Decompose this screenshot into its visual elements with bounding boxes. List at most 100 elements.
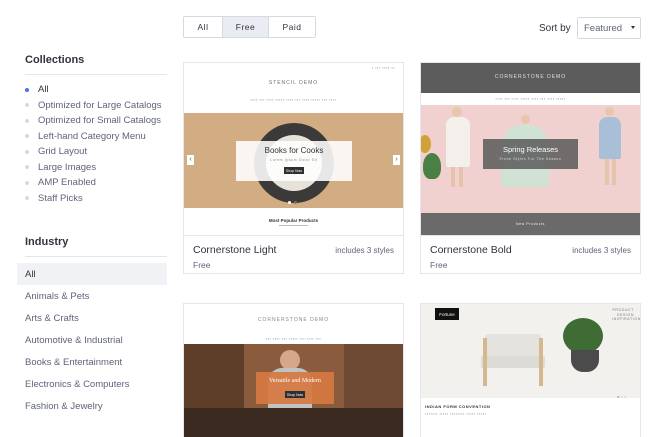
theme-card-cornerstone-light[interactable]: ▪ ▪▪▪ ▪▪▪▪ ▪▪ STENCIL DEMO ▪▪▪▪ ▪▪▪ ▪▪▪▪…	[183, 62, 404, 274]
carousel-dots: ● ○ ○	[617, 394, 627, 398]
collection-item-large-catalogs[interactable]: Optimized for Large Catalogs	[25, 98, 162, 114]
chair-leg	[483, 338, 487, 386]
theme-card-footer: Cornerstone Bold includes 3 styles Free	[421, 235, 640, 273]
theme-preview: CORNERSTONE DEMO ▪▪▪▪ ▪▪▪ ▪▪▪▪ ▪▪▪▪▪ ▪▪▪…	[421, 63, 640, 235]
preview-topnav: ▪ ▪▪▪ ▪▪▪▪ ▪▪	[371, 66, 395, 70]
collection-label: Grid Layout	[38, 146, 88, 158]
theme-styles-count: includes 3 styles	[572, 246, 631, 255]
industry-item-arts-crafts[interactable]: Arts & Crafts	[17, 307, 167, 329]
preview-logo: CORNERSTONE DEMO	[494, 74, 567, 80]
preview-nav: ▪▪▪ ▪▪▪▪ ▪▪▪ ▪▪▪▪▪ ▪▪▪ ▪▪▪▪ ▪▪▪	[184, 336, 403, 344]
carousel-prev-icon: ‹	[187, 155, 194, 165]
chair-back	[485, 334, 541, 356]
model-head	[452, 107, 462, 117]
radio-dot-icon	[25, 165, 29, 170]
preview-content: INDIAN FORM CONVENTION ▪▪▪▪▪▪▪ ▪▪▪▪▪ ▪▪▪…	[421, 398, 640, 437]
preview-header: ▪ ▪▪▪ ▪▪▪▪ ▪▪ STENCIL DEMO ▪▪▪▪ ▪▪▪ ▪▪▪▪…	[184, 63, 403, 113]
theme-card-cornerstone-bold[interactable]: CORNERSTONE DEMO ▪▪▪▪ ▪▪▪ ▪▪▪▪ ▪▪▪▪▪ ▪▪▪…	[420, 62, 641, 274]
collection-item-left-menu[interactable]: Left-hand Category Menu	[25, 129, 162, 145]
preview-hero: Spring Releases Fresh Styles For The Sea…	[421, 105, 640, 213]
chevron-down-icon	[631, 26, 635, 29]
model-dress-blue	[599, 117, 621, 159]
plant-image	[423, 153, 441, 179]
price-filter-group: All Free Paid	[183, 16, 316, 38]
theme-preview: ▪ ▪▪▪ ▪▪▪▪ ▪▪ STENCIL DEMO ▪▪▪▪ ▪▪▪ ▪▪▪▪…	[184, 63, 403, 235]
preview-logo: CORNERSTONE DEMO	[257, 317, 330, 323]
preview-footer-band: New Products	[421, 213, 640, 235]
model-leg	[612, 159, 616, 185]
industry-item-animals-pets[interactable]: Animals & Pets	[17, 285, 167, 307]
sort-label: Sort by	[539, 23, 571, 34]
preview-logo: STENCIL DEMO	[268, 80, 319, 86]
preview-section-title: Most Popular Products	[268, 218, 319, 223]
radio-dot-icon	[25, 149, 29, 154]
theme-card-3[interactable]: CORNERSTONE DEMO ▪▪▪ ▪▪▪▪ ▪▪▪ ▪▪▪▪▪ ▪▪▪ …	[183, 303, 404, 437]
collection-label: Large Images	[38, 161, 97, 173]
collections-divider	[25, 74, 167, 75]
collection-label: Optimized for Small Catalogs	[38, 115, 162, 127]
model-head	[605, 107, 614, 116]
preview-body-text: ▪▪▪▪▪▪▪ ▪▪▪▪▪ ▪▪▪▪▪▪▪▪ ▪▪▪▪▪ ▪▪▪▪▪	[425, 412, 487, 416]
collection-item-all[interactable]: All	[25, 82, 162, 98]
collection-item-amp[interactable]: AMP Enabled	[25, 175, 162, 191]
chair-leg	[539, 338, 543, 386]
industry-list: All Animals & Pets Arts & Crafts Automot…	[17, 263, 167, 417]
radio-dot-icon	[25, 134, 29, 139]
collection-label: Staff Picks	[38, 192, 83, 204]
preview-header: CORNERSTONE DEMO	[421, 63, 640, 93]
preview-hero: Versatile and Modern Shop Now	[184, 344, 403, 437]
radio-dot-icon	[25, 180, 29, 185]
collections-title: Collections	[25, 54, 85, 66]
collection-item-large-images[interactable]: Large Images	[25, 160, 162, 176]
theme-price: Free	[193, 260, 211, 270]
industry-item-books[interactable]: Books & Entertainment	[17, 351, 167, 373]
preview-nav-items: ▪▪▪▪ ▪▪▪ ▪▪▪▪ ▪▪▪▪▪ ▪▪▪▪ ▪▪▪ ▪▪▪▪ ▪▪▪▪▪	[495, 97, 566, 101]
flower-image	[421, 135, 431, 153]
plant-pot	[571, 350, 599, 372]
collection-label: Optimized for Large Catalogs	[38, 99, 162, 111]
preview-nav-items: ▪▪▪ ▪▪▪▪ ▪▪▪ ▪▪▪▪▪ ▪▪▪ ▪▪▪▪ ▪▪▪	[265, 337, 322, 341]
chair-seat	[481, 356, 545, 368]
industry-item-all[interactable]: All	[17, 263, 167, 285]
preview-side-text: PRODUCT DESIGN INSPIRATION	[612, 308, 640, 321]
industry-item-electronics[interactable]: Electronics & Computers	[17, 373, 167, 395]
plant-image	[563, 318, 603, 354]
industry-item-fashion[interactable]: Fashion & Jewelry	[17, 395, 167, 417]
theme-card-4[interactable]: Fortune PRODUCT DESIGN INSPIRATION ● ○ ○…	[420, 303, 641, 437]
radio-dot-icon	[25, 118, 29, 123]
preview-hero: ‹ › Books for Cooks Lorem Ipsum Dolor Si…	[184, 113, 403, 208]
industry-title: Industry	[25, 236, 69, 248]
hero-overlay: Books for Cooks Lorem Ipsum Dolor Sit Sh…	[236, 141, 352, 181]
theme-preview: CORNERSTONE DEMO ▪▪▪ ▪▪▪▪ ▪▪▪ ▪▪▪▪▪ ▪▪▪ …	[184, 304, 403, 437]
filter-free-button[interactable]: Free	[223, 17, 269, 37]
carousel-dot	[288, 201, 291, 204]
collection-item-staff-picks[interactable]: Staff Picks	[25, 191, 162, 207]
theme-name: Cornerstone Bold	[430, 244, 512, 256]
collections-list: All Optimized for Large Catalogs Optimiz…	[25, 82, 162, 206]
hero-subtitle: Fresh Styles For The Season	[499, 157, 562, 161]
hero-shop-button: Shop Now	[285, 391, 305, 398]
hero-overlay: Spring Releases Fresh Styles For The Sea…	[483, 139, 578, 169]
preview-hero: Fortune PRODUCT DESIGN INSPIRATION ● ○ ○	[421, 304, 640, 398]
filter-all-button[interactable]: All	[184, 17, 223, 37]
preview-section-rule	[279, 225, 308, 226]
collection-item-grid-layout[interactable]: Grid Layout	[25, 144, 162, 160]
model-leg	[605, 159, 609, 185]
industry-divider	[25, 256, 167, 257]
preview-header: CORNERSTONE DEMO	[184, 304, 403, 336]
hero-overlay: Versatile and Modern Shop Now	[256, 372, 334, 404]
theme-name: Cornerstone Light	[193, 244, 277, 256]
theme-card-footer: Cornerstone Light includes 3 styles Free	[184, 235, 403, 273]
carousel-next-icon: ›	[393, 155, 400, 165]
radio-dot-icon	[25, 87, 29, 92]
collection-item-small-catalogs[interactable]: Optimized for Small Catalogs	[25, 113, 162, 129]
theme-styles-count: includes 3 styles	[335, 246, 394, 255]
sort-select[interactable]: Featured	[577, 17, 641, 39]
sort-value: Featured	[584, 22, 623, 34]
model-leg	[459, 167, 463, 187]
preview-nav: ▪▪▪▪ ▪▪▪ ▪▪▪▪ ▪▪▪▪▪ ▪▪▪▪ ▪▪▪ ▪▪▪▪ ▪▪▪▪▪	[421, 93, 640, 105]
industry-item-automotive[interactable]: Automotive & Industrial	[17, 329, 167, 351]
filter-paid-button[interactable]: Paid	[269, 17, 315, 37]
counter-image	[184, 408, 403, 437]
hero-title: Books for Cooks	[264, 146, 324, 155]
